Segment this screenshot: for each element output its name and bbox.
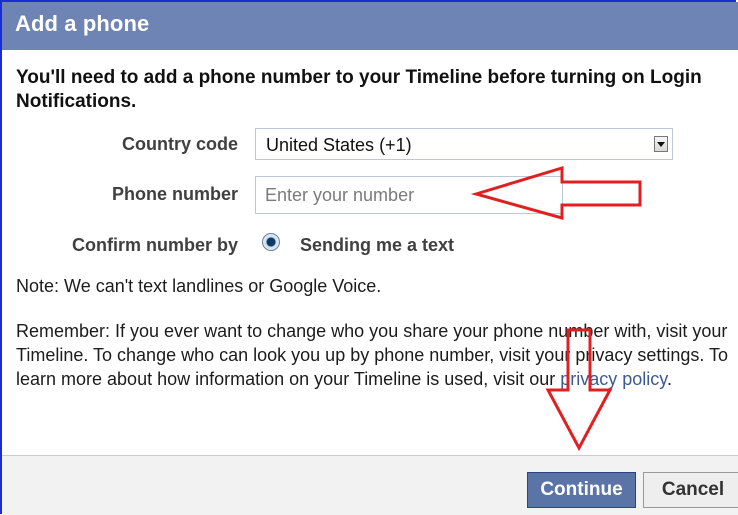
note-text: Note: We can't text landlines or Google … bbox=[16, 276, 382, 296]
text-radio-button[interactable] bbox=[262, 233, 280, 251]
country-code-value: United States (+1) bbox=[266, 135, 412, 155]
text-radio-label[interactable]: Sending me a text bbox=[300, 235, 454, 256]
privacy-policy-link[interactable]: privacy policy bbox=[560, 369, 667, 389]
dialog-titlebar: Add a phone bbox=[2, 2, 738, 50]
remember-end: . bbox=[666, 369, 672, 389]
dialog-heading: You'll need to add a phone number to you… bbox=[16, 67, 702, 112]
chevron-down-icon[interactable] bbox=[654, 136, 668, 152]
confirm-number-label: Confirm number by bbox=[71, 235, 238, 255]
cancel-button[interactable]: Cancel bbox=[643, 472, 738, 508]
remember-paragraph: Remember: If you ever want to change who… bbox=[16, 319, 738, 391]
country-code-select[interactable]: United States (+1) bbox=[255, 128, 673, 160]
phone-number-input[interactable] bbox=[255, 176, 563, 214]
dialog-title: Add a phone bbox=[15, 11, 150, 36]
phone-number-label: Phone number bbox=[111, 184, 238, 204]
continue-button[interactable]: Continue bbox=[527, 472, 636, 508]
country-code-label: Country code bbox=[121, 134, 238, 154]
